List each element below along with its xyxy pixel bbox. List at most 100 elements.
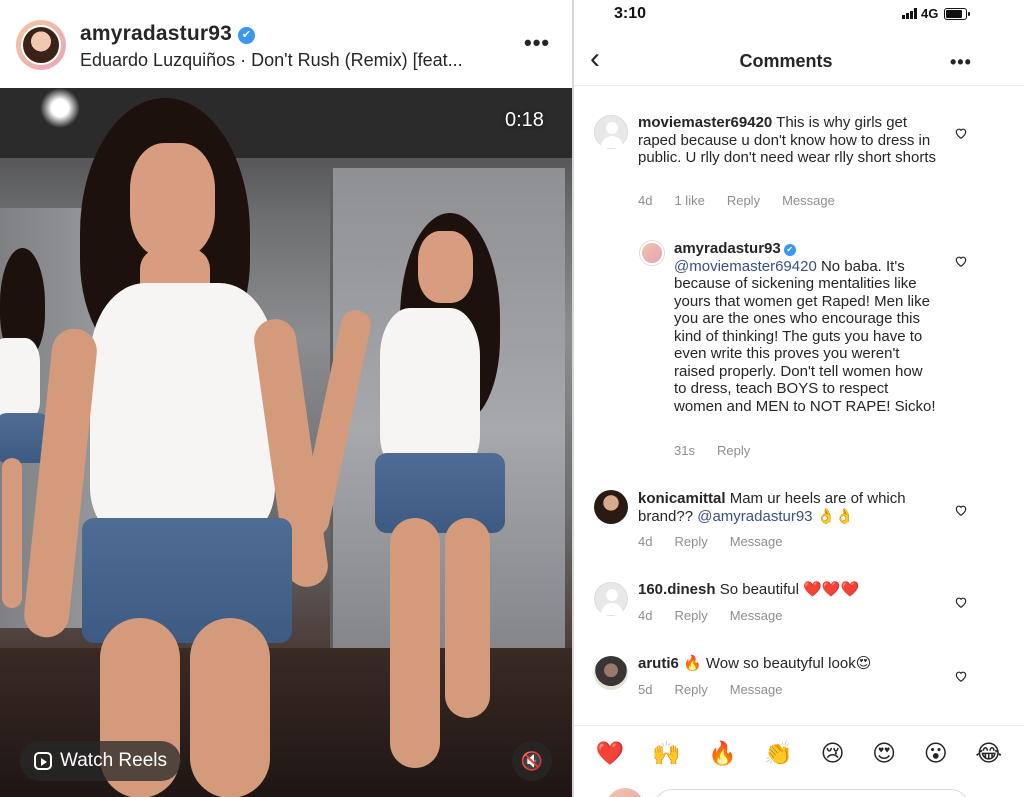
more-options-icon[interactable]: ••• — [950, 52, 972, 73]
comment-avatar[interactable] — [594, 656, 628, 690]
own-avatar — [606, 788, 644, 797]
comment-emoji: 😍 — [855, 655, 872, 672]
comment-username[interactable]: moviemaster69420 — [638, 114, 772, 131]
comment-input[interactable] — [654, 789, 969, 797]
leg-shape — [2, 458, 22, 608]
like-heart-icon[interactable] — [954, 126, 968, 140]
comment-item: moviemaster69420 This is why girls get r… — [574, 110, 1024, 220]
comment-input-row — [594, 785, 1004, 797]
comment-mention[interactable]: @moviemaster69420 — [674, 258, 817, 275]
message-button[interactable]: Message — [782, 193, 835, 208]
comment-username[interactable]: aruti6 — [638, 655, 679, 672]
comment-meta: 5d Reply Message — [638, 682, 782, 697]
message-button[interactable]: Message — [730, 534, 783, 549]
comment-text: So beautiful — [719, 581, 799, 598]
emoji-heart-eyes[interactable]: 😍 — [872, 740, 896, 767]
comment-emoji: ❤️❤️❤️ — [803, 581, 860, 598]
comment-meta: 4d 1 like Reply Message — [638, 193, 835, 208]
emoji-heart[interactable]: ❤️ — [596, 740, 625, 767]
post-username-text[interactable]: amyradastur93 — [80, 22, 232, 45]
leg-shape — [190, 618, 270, 797]
comment-age: 4d — [638, 608, 653, 623]
comment-age: 31s — [674, 443, 695, 458]
comment-mention[interactable]: @amyradastur93 — [697, 508, 812, 525]
comment-avatar[interactable] — [640, 241, 664, 265]
top-shape — [90, 283, 275, 538]
comment-body: moviemaster69420 This is why girls get r… — [638, 114, 938, 167]
comment-reply-item: amyradastur93 ✔ @moviemaster69420 No baba… — [574, 238, 1024, 463]
face-shape — [130, 143, 215, 258]
like-heart-icon[interactable] — [954, 595, 968, 609]
emoji-raised-hands[interactable]: 🙌 — [652, 740, 681, 767]
leg-shape — [445, 518, 490, 718]
comment-meta: 4d Reply Message — [638, 534, 782, 549]
comment-item: aruti6 🔥 Wow so beautyful look😍 5d Reply… — [574, 652, 1024, 702]
verified-badge-icon: ✔ — [783, 244, 796, 256]
comments-title: Comments — [739, 51, 833, 71]
message-button[interactable]: Message — [730, 682, 783, 697]
more-options-icon[interactable]: ••• — [524, 30, 550, 56]
comment-text: No baba. It's because of sickening menta… — [674, 257, 936, 415]
shorts-shape — [375, 453, 505, 533]
comment-username[interactable]: konicamittal — [638, 490, 726, 507]
signal-icon — [902, 8, 917, 19]
post-panel: amyradastur93 ✔ Eduardo Luzquiños · Don't… — [0, 0, 572, 797]
reels-icon — [34, 752, 52, 770]
emoji-clap[interactable]: 👏 — [764, 740, 793, 767]
status-indicators: 4G — [902, 6, 971, 21]
status-time: 3:10 — [614, 5, 647, 22]
video-timer: 0:18 — [505, 109, 544, 131]
face-shape — [418, 231, 473, 303]
comment-body: konicamittal Mam ur heels are of which b… — [638, 490, 938, 525]
like-heart-icon[interactable] — [954, 503, 968, 517]
reply-button[interactable]: Reply — [674, 534, 707, 549]
verified-badge-icon: ✔ — [238, 27, 256, 44]
comment-avatar[interactable] — [594, 490, 628, 524]
comment-emoji: 👌👌 — [816, 507, 855, 525]
comments-panel: 3:10 4G ‹ Comments ••• moviemaster69420 … — [574, 0, 1024, 797]
comment-avatar[interactable] — [594, 115, 628, 149]
comment-username[interactable]: 160.dinesh — [638, 581, 716, 598]
person-front — [20, 98, 331, 797]
comment-item: 160.dinesh So beautiful ❤️❤️❤️ 4d Reply … — [574, 578, 1024, 628]
emoji-laugh[interactable]: 😂 — [975, 740, 1002, 767]
watch-reels-label: Watch Reels — [60, 750, 167, 771]
comment-fire-emoji: 🔥 — [683, 655, 702, 672]
person-back — [296, 213, 520, 793]
like-heart-icon[interactable] — [954, 669, 968, 683]
comment-body: amyradastur93 ✔ @moviemaster69420 No baba… — [674, 240, 936, 415]
reply-button[interactable]: Reply — [674, 608, 707, 623]
emoji-cry[interactable]: 😢 — [821, 740, 845, 767]
comment-username[interactable]: amyradastur93 — [674, 240, 781, 257]
emoji-wow[interactable]: 😮 — [924, 740, 948, 767]
comment-avatar[interactable] — [594, 582, 628, 616]
watch-reels-button[interactable]: Watch Reels — [20, 741, 181, 781]
post-header: amyradastur93 ✔ Eduardo Luzquiños · Don't… — [0, 0, 572, 88]
comment-text: Wow so beautyful look — [705, 655, 856, 672]
message-button[interactable]: Message — [730, 608, 783, 623]
mute-icon[interactable]: 🔇 — [512, 741, 552, 781]
comments-nav-bar: ‹ Comments ••• — [574, 38, 1024, 86]
comment-item: konicamittal Mam ur heels are of which b… — [574, 488, 1024, 558]
audio-track-label[interactable]: Eduardo Luzquiños · Don't Rush (Remix) [… — [80, 50, 463, 71]
reply-button[interactable]: Reply — [674, 682, 707, 697]
comment-body: 160.dinesh So beautiful ❤️❤️❤️ — [638, 581, 938, 599]
comment-meta: 4d Reply Message — [638, 608, 782, 623]
leg-shape — [390, 518, 440, 768]
comment-meta: 31s Reply — [674, 443, 750, 458]
reel-video[interactable]: 0:18 Watch Reels 🔇 — [0, 88, 572, 797]
shorts-shape — [82, 518, 292, 643]
profile-avatar[interactable] — [16, 20, 66, 70]
top-shape — [380, 308, 480, 468]
reply-button[interactable]: Reply — [717, 443, 750, 458]
network-type: 4G — [921, 6, 939, 21]
post-username[interactable]: amyradastur93 ✔ — [80, 22, 256, 46]
comment-age: 5d — [638, 682, 653, 697]
emoji-fire[interactable]: 🔥 — [708, 740, 737, 767]
avatar-image — [21, 25, 61, 65]
comment-body: aruti6 🔥 Wow so beautyful look😍 — [638, 655, 938, 673]
comment-age: 4d — [638, 193, 653, 208]
comment-likes[interactable]: 1 like — [674, 193, 704, 208]
reply-button[interactable]: Reply — [727, 193, 760, 208]
like-heart-icon[interactable] — [954, 254, 968, 268]
